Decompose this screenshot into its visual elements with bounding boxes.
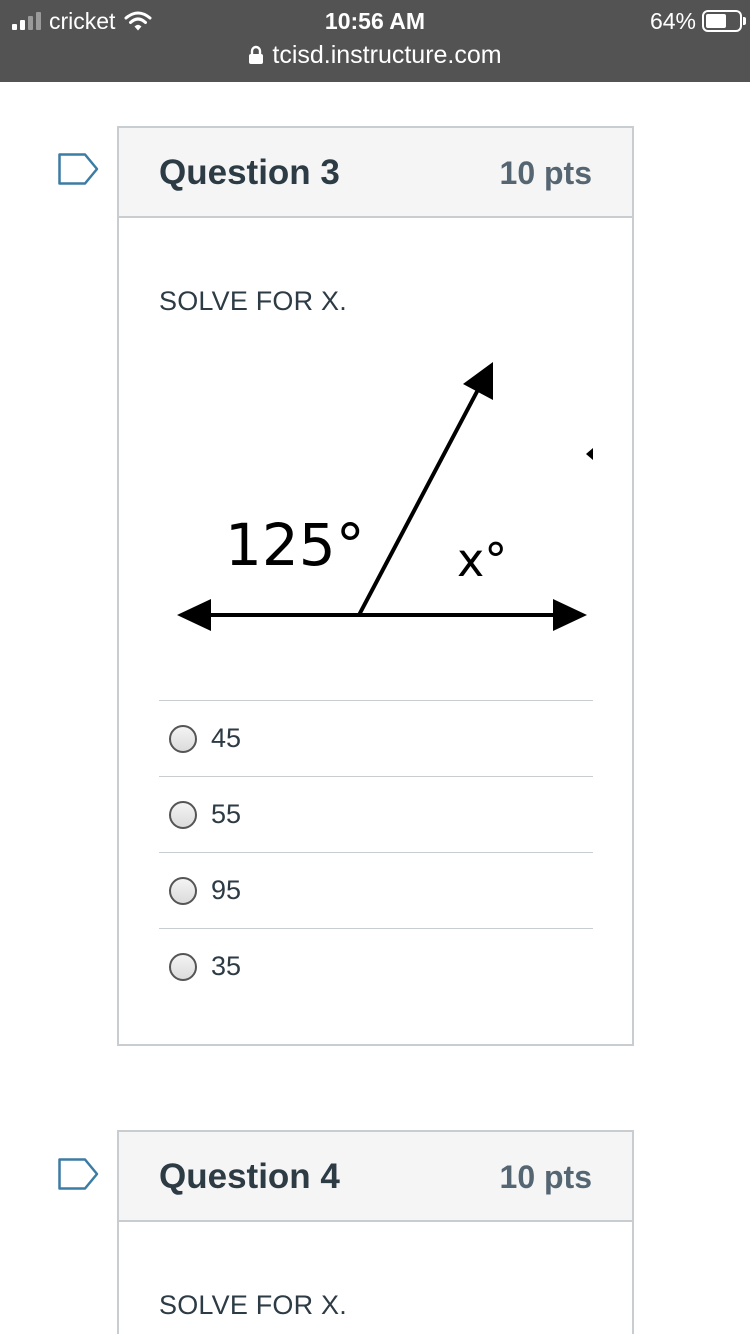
status-right: 64%	[649, 6, 746, 36]
answer-label: 55	[211, 799, 242, 829]
answer-label: 45	[211, 723, 242, 753]
angle-diagram: 125° x°	[177, 362, 593, 631]
battery-icon	[702, 10, 746, 32]
flag-question-icon[interactable]	[58, 153, 100, 185]
small-mark	[586, 448, 593, 460]
left-arrowhead	[177, 599, 211, 631]
question-points: 10 pts	[499, 1159, 592, 1195]
answer-label: 95	[211, 875, 242, 905]
answer-option[interactable]: 55	[159, 776, 593, 852]
question-card: Question 3 10 pts SOLVE FOR X. 125° x° 4…	[117, 126, 634, 1046]
angle-label-x: x°	[457, 533, 507, 587]
ray-arrowhead	[463, 362, 493, 400]
question-prompt: SOLVE FOR X.	[159, 286, 347, 316]
radio-button[interactable]	[169, 724, 197, 753]
answer-option[interactable]: 35	[159, 928, 593, 1004]
question-prompt: SOLVE FOR X.	[159, 1290, 347, 1320]
lock-icon	[249, 45, 264, 64]
question-card: Question 4 10 pts SOLVE FOR X.	[117, 1130, 634, 1334]
question-header: Question 3 10 pts	[119, 128, 632, 218]
status-bar: cricket 10:56 AM 64% tcisd.instructure.c…	[0, 0, 750, 82]
radio-button[interactable]	[169, 952, 197, 981]
flag-question-icon[interactable]	[58, 1158, 100, 1190]
answer-option[interactable]: 95	[159, 852, 593, 928]
radio-button[interactable]	[169, 876, 197, 905]
right-arrowhead	[553, 599, 587, 631]
answer-option[interactable]: 45	[159, 700, 593, 776]
question-title: Question 4	[159, 1157, 340, 1196]
question-header: Question 4 10 pts	[119, 1132, 632, 1222]
answer-label: 35	[211, 951, 242, 981]
radio-button[interactable]	[169, 800, 197, 829]
angle-label-125: 125°	[225, 511, 365, 579]
status-time: 10:56 AM	[324, 8, 426, 34]
battery-percent: 64%	[649, 7, 696, 34]
answer-list: 45 55 95 35	[159, 700, 593, 1004]
address-bar[interactable]: tcisd.instructure.com	[0, 40, 750, 70]
question-title: Question 3	[159, 153, 340, 192]
url-text: tcisd.instructure.com	[272, 41, 502, 69]
question-points: 10 pts	[499, 155, 592, 191]
